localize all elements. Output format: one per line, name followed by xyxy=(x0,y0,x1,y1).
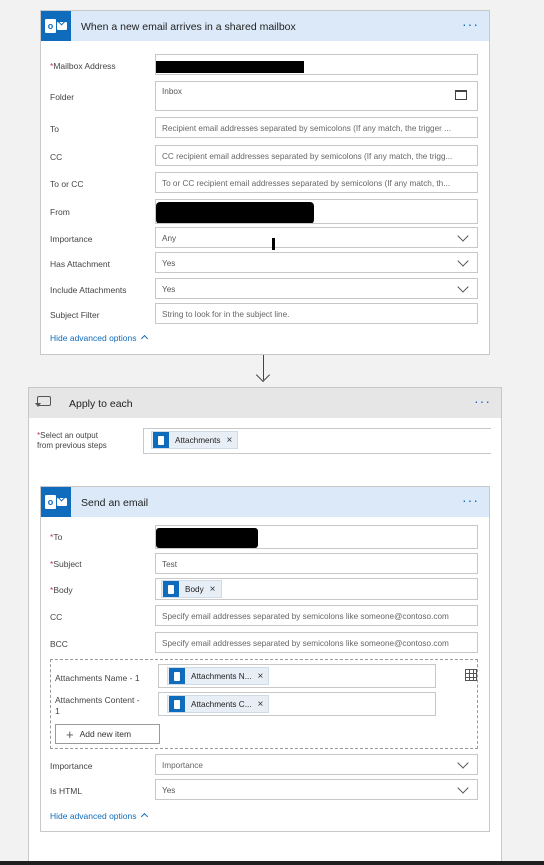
importance-dropdown[interactable]: Any xyxy=(155,227,478,248)
mailbox-address-label: *Mailbox Address xyxy=(50,61,116,71)
chevron-down-icon xyxy=(457,757,469,769)
loop-icon xyxy=(35,396,51,407)
send-email-title: Send an email xyxy=(81,497,149,509)
has-attachment-dropdown[interactable]: Yes xyxy=(155,252,478,273)
add-new-item-label: Add new item xyxy=(79,729,132,739)
cc-placeholder: CC recipient email addresses separated b… xyxy=(162,152,453,161)
body-label: *Body xyxy=(50,585,73,595)
body-token[interactable]: Body × xyxy=(161,580,222,598)
outlook-icon: o xyxy=(41,487,71,517)
is-html-label: Is HTML xyxy=(50,786,83,796)
hide-advanced-options-link[interactable]: Hide advanced options xyxy=(50,333,148,343)
chevron-up-icon xyxy=(140,334,148,343)
chevron-down-icon xyxy=(457,255,469,267)
apply-to-each-title: Apply to each xyxy=(69,398,133,410)
redacted-mark xyxy=(272,238,275,250)
importance-label: Importance xyxy=(50,234,93,244)
cc-field[interactable]: CC recipient email addresses separated b… xyxy=(155,145,478,166)
outlook-icon xyxy=(169,668,185,684)
cc-label: CC xyxy=(50,612,63,622)
trigger-card-header[interactable]: o When a new email arrives in a shared m… xyxy=(41,11,489,41)
remove-token-icon[interactable]: × xyxy=(227,435,233,446)
cc-label: CC xyxy=(50,152,63,162)
mailbox-address-field[interactable] xyxy=(155,54,478,75)
chevron-down-icon xyxy=(457,281,469,293)
bcc-placeholder: Specify email addresses separated by sem… xyxy=(162,639,449,648)
bcc-field[interactable]: Specify email addresses separated by sem… xyxy=(155,632,478,653)
folder-value: Inbox xyxy=(162,87,183,96)
folder-icon[interactable] xyxy=(455,90,467,100)
plus-icon: + xyxy=(66,726,74,742)
window-bottom-bar xyxy=(0,861,544,865)
attachments-content-label: Attachments Content -1 xyxy=(55,695,140,716)
more-options-icon[interactable]: ··· xyxy=(462,17,479,31)
subject-value: Test xyxy=(162,560,178,569)
to-or-cc-label: To or CC xyxy=(50,179,84,189)
to-label: To xyxy=(50,124,59,134)
importance-dropdown[interactable]: Importance xyxy=(155,754,478,775)
include-attachments-value: Yes xyxy=(162,285,176,294)
to-placeholder: Recipient email addresses separated by s… xyxy=(162,124,451,133)
more-options-icon[interactable]: ··· xyxy=(462,493,479,507)
importance-value: Any xyxy=(162,234,177,243)
to-or-cc-field[interactable]: To or CC recipient email addresses separ… xyxy=(155,172,478,193)
attachments-name-label: Attachments Name - 1 xyxy=(55,673,140,683)
attachments-name-token[interactable]: Attachments N... × xyxy=(167,667,270,685)
subject-label: *Subject xyxy=(50,559,82,569)
flow-arrow-icon xyxy=(263,355,264,380)
folder-label: Folder xyxy=(50,92,75,102)
importance-placeholder: Importance xyxy=(162,761,203,770)
outlook-icon: o xyxy=(41,11,71,41)
send-to-field[interactable] xyxy=(155,525,478,549)
importance-label: Importance xyxy=(50,761,93,771)
cc-placeholder: Specify email addresses separated by sem… xyxy=(162,612,449,621)
chevron-up-icon xyxy=(140,812,148,821)
has-attachment-label: Has Attachment xyxy=(50,259,111,269)
include-attachments-label: Include Attachments xyxy=(50,285,127,295)
to-field[interactable]: Recipient email addresses separated by s… xyxy=(155,117,478,138)
attachments-token[interactable]: Attachments × xyxy=(151,431,239,449)
from-label: From xyxy=(50,207,70,217)
add-new-item-button[interactable]: + Add new item xyxy=(55,724,160,744)
bcc-label: BCC xyxy=(50,639,68,649)
redacted-from xyxy=(156,202,314,223)
outlook-icon xyxy=(163,581,179,597)
cc-field[interactable]: Specify email addresses separated by sem… xyxy=(155,605,478,626)
subject-filter-placeholder: String to look for in the subject line. xyxy=(162,310,290,319)
redacted-mailbox xyxy=(156,61,304,73)
chevron-down-icon xyxy=(457,782,469,794)
remove-token-icon[interactable]: × xyxy=(258,671,264,682)
hide-advanced-options-link[interactable]: Hide advanced options xyxy=(50,811,148,821)
subject-filter-label: Subject Filter xyxy=(50,310,100,320)
subject-field[interactable]: Test xyxy=(155,553,478,574)
remove-token-icon[interactable]: × xyxy=(210,584,216,595)
send-to-label: *To xyxy=(50,532,63,542)
select-output-label: *Select an output from previous steps xyxy=(37,431,107,450)
is-html-value: Yes xyxy=(162,786,176,795)
subject-filter-field[interactable]: String to look for in the subject line. xyxy=(155,303,478,324)
trigger-title: When a new email arrives in a shared mai… xyxy=(81,21,296,33)
more-options-icon[interactable]: ··· xyxy=(474,394,491,408)
outlook-icon xyxy=(169,696,185,712)
redacted-to xyxy=(156,528,258,548)
folder-field[interactable]: Inbox xyxy=(155,81,478,111)
is-html-dropdown[interactable]: Yes xyxy=(155,779,478,800)
include-attachments-dropdown[interactable]: Yes xyxy=(155,278,478,299)
outlook-icon xyxy=(153,432,169,448)
chevron-down-icon xyxy=(457,230,469,242)
from-field[interactable] xyxy=(155,199,478,224)
has-attachment-value: Yes xyxy=(162,259,176,268)
apply-to-each-header[interactable]: Apply to each ··· xyxy=(29,388,501,418)
to-or-cc-placeholder: To or CC recipient email addresses separ… xyxy=(162,179,451,188)
remove-token-icon[interactable]: × xyxy=(258,699,264,710)
attachments-content-token[interactable]: Attachments C... × xyxy=(167,695,270,713)
send-email-header[interactable]: o Send an email ··· xyxy=(41,487,489,517)
switch-to-text-mode-icon[interactable] xyxy=(465,669,477,681)
